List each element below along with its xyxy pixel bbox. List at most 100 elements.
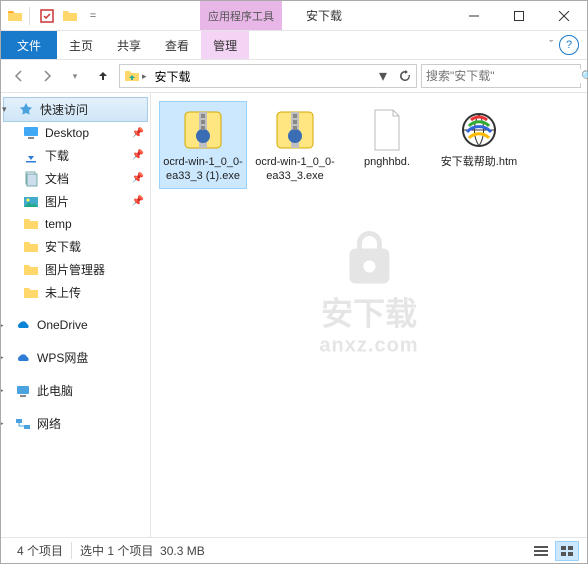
sidebar-item-desktop[interactable]: Desktop 📌 [1, 122, 150, 144]
sidebar-item-documents[interactable]: 文档 📌 [1, 167, 150, 190]
sidebar-item-downloads[interactable]: 下载 📌 [1, 144, 150, 167]
search-input[interactable] [426, 69, 581, 83]
sidebar-item-label: 此电脑 [37, 382, 73, 399]
view-icons-button[interactable] [555, 541, 579, 561]
folder-icon [23, 239, 39, 255]
wps-icon [15, 350, 31, 366]
file-item[interactable]: pnghhbd. [343, 101, 431, 189]
tab-home[interactable]: 主页 [57, 31, 105, 59]
view-details-button[interactable] [529, 541, 553, 561]
sidebar-item-label: WPS网盘 [37, 349, 88, 366]
help-button[interactable]: ? [559, 35, 579, 55]
nav-row: ▾ ▸ 安下载 ▾ 🔍 [1, 59, 587, 93]
sidebar-network[interactable]: ▸ 网络 [1, 412, 150, 435]
sidebar-item-label: 下载 [45, 147, 69, 164]
sidebar-item-notuploaded[interactable]: 未上传 [1, 281, 150, 304]
explorer-body: ▾ 快速访问 Desktop 📌 下载 📌 文档 📌 图片 [1, 93, 587, 537]
pc-icon [15, 383, 31, 399]
nav-up-button[interactable] [91, 64, 115, 88]
file-item[interactable]: 安下载帮助.htm [435, 101, 523, 189]
minimize-button[interactable] [452, 1, 497, 30]
sidebar-item-temp[interactable]: temp [1, 213, 150, 235]
ribbon-expand-icon[interactable]: ˇ [549, 39, 553, 51]
star-icon [18, 102, 34, 118]
search-icon: 🔍 [581, 70, 588, 83]
sidebar-item-anxz[interactable]: 安下载 [1, 235, 150, 258]
onedrive-icon [15, 317, 31, 333]
nav-forward-button[interactable] [35, 64, 59, 88]
file-grid: ocrd-win-1_0_0-ea33_3 (1).exeocrd-win-1_… [159, 101, 579, 189]
search-box[interactable]: 🔍 [421, 64, 581, 88]
maximize-button[interactable] [497, 1, 542, 30]
qat-folder-icon[interactable] [62, 8, 78, 24]
download-icon [23, 148, 39, 164]
tab-file[interactable]: 文件 [1, 31, 57, 59]
network-icon [15, 416, 31, 432]
chevron-right-icon: ▸ [1, 385, 9, 396]
chevron-right-icon: ▸ [1, 418, 9, 429]
tab-share[interactable]: 共享 [105, 31, 153, 59]
pin-icon: 📌 [132, 173, 144, 184]
desktop-icon [23, 125, 39, 141]
file-view[interactable]: 安下载 anxz.com ocrd-win-1_0_0-ea33_3 (1).e… [151, 93, 587, 537]
qat-separator [29, 7, 30, 25]
quick-access-toolbar: = [1, 1, 110, 30]
nav-back-button[interactable] [7, 64, 31, 88]
sidebar-item-label: temp [45, 217, 72, 231]
file-type-icon [271, 106, 319, 154]
sidebar-onedrive[interactable]: ▸ OneDrive [1, 314, 150, 336]
file-type-icon [455, 106, 503, 154]
ribbon-tabs: 文件 主页 共享 查看 管理 ˇ ? [1, 31, 587, 59]
refresh-button[interactable] [394, 65, 416, 87]
chevron-right-icon: ▸ [142, 71, 147, 82]
sidebar-item-label: 网络 [37, 415, 61, 432]
window-title: 安下载 [286, 1, 362, 30]
sidebar-item-label: 安下载 [45, 238, 81, 255]
file-item[interactable]: ocrd-win-1_0_0-ea33_3.exe [251, 101, 339, 189]
qat-properties-button[interactable] [36, 5, 58, 27]
sidebar-item-picmgr[interactable]: 图片管理器 [1, 258, 150, 281]
watermark: 安下载 anxz.com [319, 228, 418, 357]
sidebar-item-label: 快速访问 [40, 101, 88, 118]
chevron-right-icon: ▸ [1, 352, 9, 363]
pin-icon: 📌 [132, 150, 144, 161]
tab-view[interactable]: 查看 [153, 31, 201, 59]
folder-icon [23, 262, 39, 278]
status-selection: 选中 1 个项目 30.3 MB [72, 542, 213, 559]
folder-icon [23, 216, 39, 232]
chevron-down-icon: ▾ [2, 104, 12, 115]
sidebar-quick-access[interactable]: ▾ 快速访问 [3, 97, 148, 122]
sidebar-item-label: 图片 [45, 193, 69, 210]
qat-overflow-button[interactable]: = [82, 5, 104, 27]
breadcrumb-label: 安下载 [155, 68, 191, 85]
close-button[interactable] [542, 1, 587, 30]
nav-history-dropdown[interactable]: ▾ [63, 64, 87, 88]
sidebar-item-label: 未上传 [45, 284, 81, 301]
titlebar: = 应用程序工具 安下载 [1, 1, 587, 31]
address-bar[interactable]: ▸ 安下载 ▾ [119, 64, 417, 88]
explorer-window: = 应用程序工具 安下载 文件 主页 共享 查看 管理 ˇ ? ▾ [0, 0, 588, 564]
sidebar-item-label: 文档 [45, 170, 69, 187]
sidebar-this-pc[interactable]: ▸ 此电脑 [1, 379, 150, 402]
sidebar-item-label: 图片管理器 [45, 261, 105, 278]
sidebar-item-pictures[interactable]: 图片 📌 [1, 190, 150, 213]
file-label: ocrd-win-1_0_0-ea33_3.exe [254, 156, 336, 184]
sidebar-item-label: Desktop [45, 126, 89, 140]
window-controls [452, 1, 587, 30]
address-dropdown-button[interactable]: ▾ [372, 65, 394, 87]
breadcrumb-root[interactable]: ▸ [120, 65, 151, 87]
status-item-count: 4 个项目 [9, 542, 72, 559]
folder-icon [23, 285, 39, 301]
file-item[interactable]: ocrd-win-1_0_0-ea33_3 (1).exe [159, 101, 247, 189]
chevron-right-icon: ▸ [1, 320, 9, 331]
sidebar-wps[interactable]: ▸ WPS网盘 [1, 346, 150, 369]
file-label: 安下载帮助.htm [441, 156, 517, 170]
tab-manage[interactable]: 管理 [201, 31, 249, 59]
pin-icon: 📌 [132, 128, 144, 139]
contextual-tab-header: 应用程序工具 [200, 1, 282, 30]
file-type-icon [363, 106, 411, 154]
breadcrumb-current[interactable]: 安下载 [151, 65, 195, 87]
documents-icon [23, 171, 39, 187]
pictures-icon [23, 194, 39, 210]
file-type-icon [179, 106, 227, 154]
